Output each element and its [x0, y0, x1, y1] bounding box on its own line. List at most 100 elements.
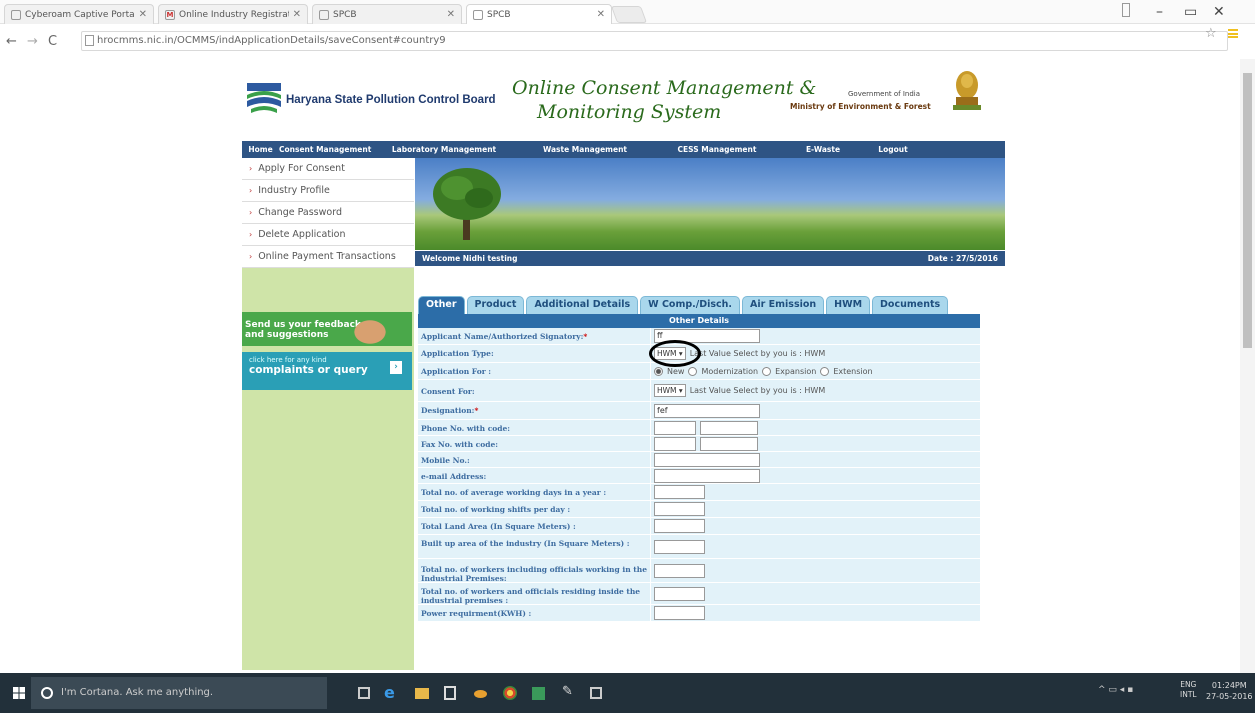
- new-tab-button[interactable]: [610, 6, 648, 23]
- phone-code-input[interactable]: [654, 420, 696, 435]
- ministry-text: Ministry of Environment & Forest: [790, 102, 931, 111]
- browser-menu-icon[interactable]: [1228, 29, 1238, 38]
- nav-consent-management[interactable]: Consent Management: [279, 141, 371, 158]
- store-icon[interactable]: [444, 686, 456, 700]
- url-field[interactable]: hrocmms.nic.in/OCMMS/indApplicationDetai…: [81, 31, 1228, 51]
- radio-modernization[interactable]: [688, 366, 698, 376]
- tree-image: [433, 168, 501, 240]
- browser-tab-spcb-1[interactable]: SPCB ✕: [312, 4, 462, 24]
- browser-tab-spcb-active[interactable]: SPCB ✕: [466, 4, 612, 24]
- hand-icon: [354, 314, 394, 344]
- designation-input[interactable]: fef: [654, 403, 760, 418]
- feedback-banner[interactable]: Send us your feedback and suggestions: [242, 312, 412, 346]
- form-value: HWM ▾ Last Value Select by you is : HWM: [649, 340, 980, 367]
- tab-hwm[interactable]: HWM: [826, 296, 871, 314]
- chrome-icon[interactable]: [503, 686, 517, 700]
- minimize-icon[interactable]: –: [1156, 4, 1163, 20]
- sidebar-item-apply-for-consent[interactable]: › Apply For Consent: [242, 158, 414, 180]
- mobile-input[interactable]: [654, 452, 760, 467]
- reload-icon[interactable]: C: [48, 34, 57, 49]
- nav-logout[interactable]: Logout: [863, 141, 923, 158]
- email-label: e-mail Address:: [418, 468, 650, 483]
- tab-product[interactable]: Product: [466, 296, 525, 314]
- complaint-small-text: click here for any kind: [249, 356, 327, 364]
- tab-additional-details[interactable]: Additional Details: [526, 296, 639, 314]
- app-icon[interactable]: [474, 690, 487, 698]
- file-explorer-icon[interactable]: [415, 688, 429, 699]
- paint-icon[interactable]: ✎: [562, 684, 578, 700]
- restore-icon[interactable]: ▭: [1184, 4, 1197, 20]
- other-details-form: Other Details Applicant Name/Authorized …: [418, 314, 980, 670]
- edge-browser-icon[interactable]: e: [384, 683, 400, 702]
- browser-tab-cyberoam[interactable]: Cyberoam Captive Portal ✕: [4, 4, 154, 24]
- built-up-label: Built up area of the industry (In Square…: [418, 535, 650, 558]
- close-tab-icon[interactable]: ✕: [139, 9, 147, 20]
- fax-code-input[interactable]: [654, 436, 696, 451]
- workers-input[interactable]: [654, 563, 705, 578]
- scrollbar-thumb[interactable]: [1243, 73, 1252, 348]
- form-row: Consent For: HWM ▾ Last Value Select by …: [418, 380, 980, 402]
- close-tab-icon[interactable]: ✕: [447, 9, 455, 20]
- clock[interactable]: 01:24PM 27-05-2016: [1206, 680, 1253, 702]
- calculator-icon[interactable]: [590, 687, 602, 699]
- nav-home[interactable]: Home: [242, 141, 279, 158]
- radio-new[interactable]: [654, 366, 663, 376]
- nav-laboratory-management[interactable]: Laboratory Management: [369, 141, 519, 158]
- nav-cess-management[interactable]: CESS Management: [651, 141, 783, 158]
- tab-w-comp-disch[interactable]: W Comp./Disch.: [640, 296, 741, 314]
- tab-title: Cyberoam Captive Portal: [25, 9, 135, 20]
- radio-label: New: [667, 366, 685, 376]
- gov-text: Government of India: [848, 90, 921, 98]
- radio-expansion[interactable]: [762, 366, 772, 376]
- form-row: Total Land Area (In Square Meters) :: [418, 518, 980, 535]
- fax-number-input[interactable]: [700, 436, 758, 451]
- land-area-input[interactable]: [654, 519, 705, 533]
- page-scrollbar[interactable]: [1240, 59, 1255, 673]
- nav-e-waste[interactable]: E-Waste: [783, 141, 863, 158]
- close-window-icon[interactable]: ✕: [1213, 4, 1225, 20]
- phone-number-input[interactable]: [700, 420, 758, 435]
- tab-title: SPCB: [487, 9, 511, 20]
- form-row: Application Type: HWM ▾ Last Value Selec…: [418, 340, 980, 367]
- language-indicator[interactable]: ENG INTL: [1180, 680, 1197, 700]
- board-name: Haryana State Pollution Control Board: [286, 94, 496, 106]
- complaints-banner[interactable]: click here for any kind complaints or qu…: [242, 352, 412, 390]
- main-navigation: Home Consent Management Laboratory Manag…: [242, 141, 1005, 158]
- task-view-icon[interactable]: [358, 687, 370, 699]
- complaint-big-text: complaints or query: [249, 364, 368, 376]
- tab-other[interactable]: Other: [418, 296, 465, 314]
- bookmark-star-icon[interactable]: ☆: [1205, 26, 1217, 41]
- user-icon[interactable]: [1122, 3, 1130, 17]
- sidebar-item-online-payment[interactable]: › Online Payment Transactions: [242, 246, 414, 268]
- designation-label: Designation:*: [418, 402, 650, 419]
- browser-tab-industry-registration[interactable]: M Online Industry Registrat ✕: [158, 4, 308, 24]
- power-input[interactable]: [654, 606, 705, 620]
- nav-waste-management[interactable]: Waste Management: [519, 141, 651, 158]
- tab-air-emission[interactable]: Air Emission: [742, 296, 825, 314]
- forward-arrow-icon[interactable]: →: [27, 34, 38, 49]
- email-input[interactable]: [654, 468, 760, 483]
- windows-start-icon[interactable]: [13, 687, 25, 699]
- close-tab-icon[interactable]: ✕: [597, 9, 605, 20]
- radio-extension[interactable]: [820, 366, 830, 376]
- cortana-search-box[interactable]: I'm Cortana. Ask me anything.: [31, 677, 327, 709]
- sidebar-item-industry-profile[interactable]: › Industry Profile: [242, 180, 414, 202]
- residing-input[interactable]: [654, 586, 705, 601]
- form-value: [650, 535, 980, 558]
- form-row: Total no. of working shifts per day :: [418, 501, 980, 518]
- form-row: Power requirment(KWH) :: [418, 605, 980, 622]
- bullet-icon: ›: [249, 230, 253, 239]
- spreadsheet-icon[interactable]: [532, 687, 545, 700]
- sidebar-item-change-password[interactable]: › Change Password: [242, 202, 414, 224]
- close-tab-icon[interactable]: ✕: [293, 9, 301, 20]
- system-tray-icons[interactable]: ^ ▭ ◂ ▪: [1098, 685, 1133, 695]
- built-up-input[interactable]: [654, 539, 705, 554]
- shifts-input[interactable]: [654, 502, 705, 516]
- tab-documents[interactable]: Documents: [872, 296, 949, 314]
- back-arrow-icon[interactable]: ←: [6, 34, 17, 49]
- consent-for-select[interactable]: HWM ▾: [654, 384, 686, 397]
- web-page: Haryana State Pollution Control Board On…: [242, 65, 1005, 670]
- page-icon: [85, 35, 94, 46]
- sidebar-item-delete-application[interactable]: › Delete Application: [242, 224, 414, 246]
- working-days-input[interactable]: [654, 485, 705, 499]
